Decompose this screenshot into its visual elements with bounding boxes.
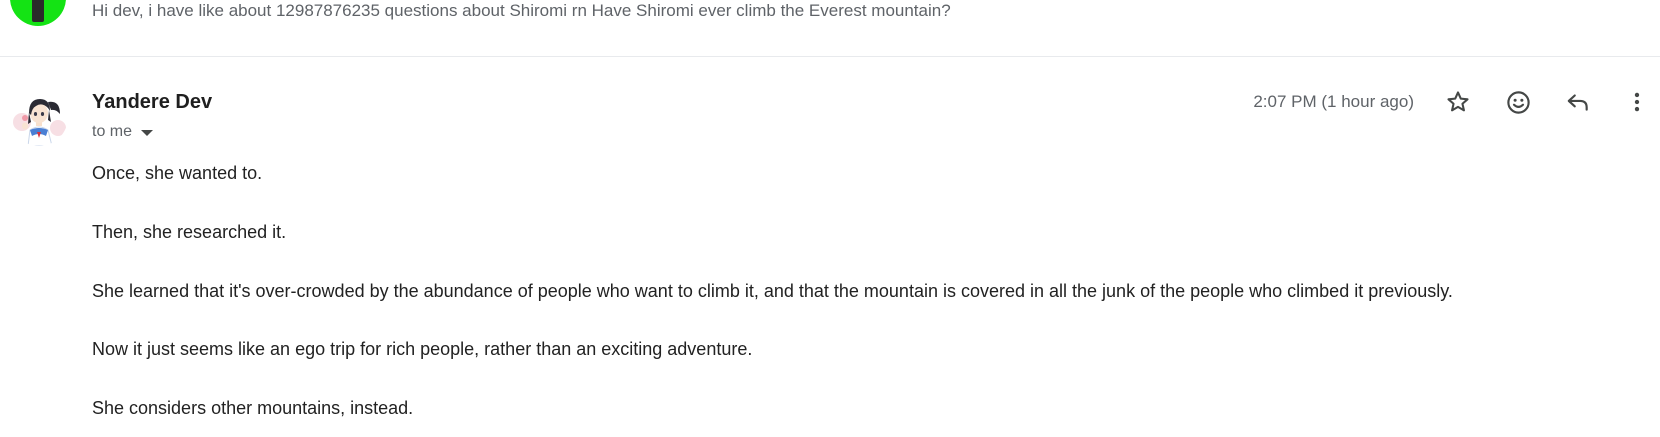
emoji-react-icon bbox=[1506, 90, 1530, 114]
avatar-figure bbox=[32, 0, 44, 22]
reply-icon bbox=[1567, 94, 1588, 111]
add-reaction-button[interactable] bbox=[1498, 82, 1538, 122]
more-vert-icon bbox=[1634, 92, 1640, 112]
sender-name[interactable]: Yandere Dev bbox=[92, 89, 212, 115]
recipient-details-toggle[interactable]: to me bbox=[92, 121, 154, 143]
caret-down-icon[interactable] bbox=[141, 130, 154, 136]
message-body-paragraph: She learned that it's over-crowded by th… bbox=[92, 281, 1453, 301]
message-body-paragraph: Now it just seems like an ego trip for r… bbox=[92, 339, 753, 359]
sender-avatar[interactable] bbox=[10, 88, 68, 146]
recipient-label: to me bbox=[92, 123, 133, 140]
star-button[interactable] bbox=[1438, 82, 1478, 122]
reply-button[interactable] bbox=[1558, 82, 1598, 122]
message-timestamp: 2:07 PM (1 hour ago) bbox=[1253, 92, 1414, 111]
star-outline-icon bbox=[1447, 91, 1469, 112]
message-body-paragraph: Once, she wanted to. bbox=[92, 163, 263, 183]
message-body-paragraph: She considers other mountains, instead. bbox=[92, 398, 414, 418]
message-body-paragraph: Then, she researched it. bbox=[92, 222, 287, 242]
previous-message-snippet: Hi dev, i have like about 12987876235 qu… bbox=[92, 1, 951, 20]
previous-sender-avatar bbox=[10, 0, 66, 26]
previous-message-collapsed[interactable]: Hi dev, i have like about 12987876235 qu… bbox=[0, 0, 1660, 57]
more-options-button[interactable] bbox=[1617, 82, 1657, 122]
avatar-illustration bbox=[10, 88, 68, 146]
